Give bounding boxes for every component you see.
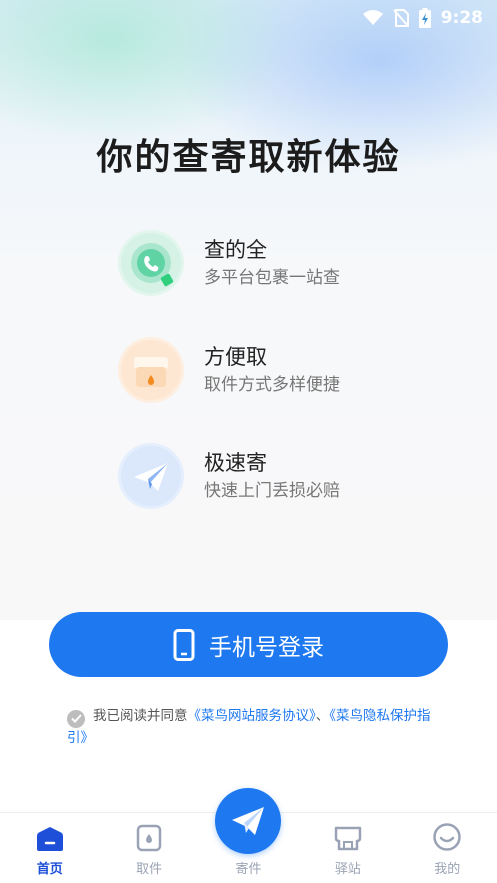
station-icon: [334, 826, 362, 851]
feature-desc: 快速上门丢损必赔: [204, 481, 340, 501]
feature-title: 极速寄: [204, 451, 267, 475]
agreement-prefix: 我已阅读并同意: [93, 708, 188, 724]
send-fab-button[interactable]: [215, 788, 281, 854]
tab-label: 寄件: [235, 862, 262, 877]
check-icon: [70, 714, 82, 723]
feature-title: 方便取: [204, 345, 267, 369]
pickup-box-icon: [118, 337, 184, 403]
battery-charging-icon: [418, 8, 431, 28]
feature-item-send: 极速寄 快速上门丢损必赔: [118, 441, 418, 511]
send-icon: [232, 807, 264, 835]
feature-item-pickup: 方便取 取件方式多样便捷: [118, 335, 418, 405]
header-background: [0, 0, 497, 620]
pickup-icon: [136, 824, 162, 852]
phone-login-button[interactable]: 手机号登录: [49, 612, 448, 677]
agree-checkbox[interactable]: [67, 709, 85, 728]
phone-icon: [173, 628, 195, 661]
profile-icon: [433, 823, 461, 851]
home-icon: [36, 827, 63, 851]
search-parcel-icon: [118, 230, 184, 296]
tab-home[interactable]: 首页: [0, 813, 99, 883]
agreement-text: 我已阅读并同意《菜鸟网站服务协议》、《菜鸟隐私保护指引》: [67, 706, 447, 748]
feature-desc: 多平台包裹一站查: [204, 268, 340, 288]
status-bar: 9:28: [0, 0, 497, 36]
login-button-label: 手机号登录: [209, 634, 324, 661]
service-agreement-link[interactable]: 《菜鸟网站服务协议》: [188, 708, 316, 724]
wifi-icon: [362, 10, 383, 25]
tab-label: 驿站: [334, 862, 361, 877]
feature-title: 查的全: [204, 238, 267, 262]
tab-pickup[interactable]: 取件: [99, 813, 198, 883]
feature-desc: 取件方式多样便捷: [204, 375, 340, 395]
tab-label: 取件: [136, 862, 163, 877]
tab-station[interactable]: 驿站: [298, 813, 397, 883]
page-title: 你的查寄取新体验: [96, 137, 401, 178]
status-time: 9:28: [440, 8, 483, 28]
tab-label: 我的: [434, 862, 461, 877]
agreement-separator: 、: [315, 708, 330, 724]
tab-profile[interactable]: 我的: [398, 813, 497, 883]
paper-plane-icon: [118, 443, 184, 509]
feature-item-search: 查的全 多平台包裹一站查: [118, 228, 418, 298]
no-sim-icon: [392, 9, 409, 27]
tab-label: 首页: [36, 862, 63, 877]
